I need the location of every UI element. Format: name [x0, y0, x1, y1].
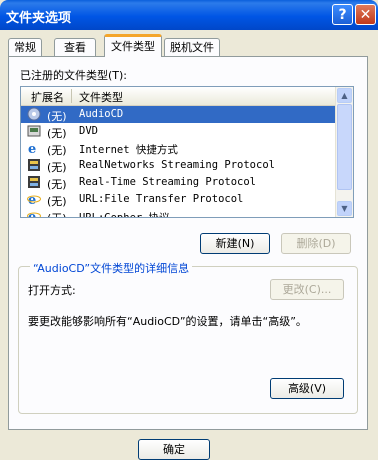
close-button[interactable]: ✕	[355, 4, 376, 25]
list-item-extension: (无)	[47, 144, 67, 157]
window-title: 文件夹选项	[6, 11, 72, 26]
scroll-down-icon[interactable]: ▼	[337, 201, 352, 216]
tab-offline-files[interactable]: 脱机文件	[164, 38, 220, 56]
column-extension[interactable]: 扩展名	[31, 89, 64, 105]
list-item-extension: (无)	[47, 127, 67, 140]
details-group-title: “AudioCD”文件类型的详细信息	[30, 260, 193, 276]
list-item[interactable]: (无) AudioCD	[21, 106, 337, 123]
tab-file-types[interactable]: 文件类型	[104, 34, 162, 57]
ie-icon: e	[27, 209, 41, 217]
list-item-type: Real-Time Streaming Protocol	[79, 176, 257, 188]
open-with-label: 打开方式:	[28, 284, 76, 297]
advanced-button[interactable]: 高级(V)	[270, 378, 344, 399]
column-file-type[interactable]: 文件类型	[79, 89, 123, 105]
film-icon	[27, 158, 41, 172]
list-item[interactable]: (无) RealNetworks Streaming Protocol	[21, 157, 337, 174]
list-item[interactable]: (无) Real-Time Streaming Protocol	[21, 174, 337, 191]
list-item-type: RealNetworks Streaming Protocol	[79, 159, 275, 171]
list-item-type: URL:File Transfer Protocol	[79, 193, 244, 205]
film-icon	[27, 175, 41, 189]
new-button[interactable]: 新建(N)	[200, 233, 270, 254]
ok-button[interactable]: 确定	[138, 439, 210, 460]
list-item-extension: (无)	[47, 178, 67, 191]
list-item[interactable]: e (无) Internet 快捷方式	[21, 140, 337, 157]
list-item-extension: (无)	[47, 210, 67, 217]
list-item-type: DVD	[79, 125, 98, 137]
list-scrollbar[interactable]: ▲ ▼	[335, 87, 353, 217]
list-header: 扩展名 文件类型	[21, 87, 337, 106]
list-item-extension: (无)	[47, 161, 67, 174]
list-item[interactable]: e (无) URL:File Transfer Protocol	[21, 191, 337, 208]
tab-view[interactable]: 查看	[54, 38, 96, 56]
list-item[interactable]: (无) DVD	[21, 123, 337, 140]
delete-button[interactable]: 删除(D)	[281, 233, 351, 254]
svg-text:e: e	[28, 193, 36, 206]
list-item-type: AudioCD	[79, 108, 124, 120]
scroll-thumb[interactable]	[337, 104, 352, 190]
help-button[interactable]: ?	[332, 4, 353, 25]
tab-general[interactable]: 常规	[8, 38, 42, 56]
svg-text:e: e	[28, 142, 36, 155]
list-item[interactable]: e (无) URL:Gopher 协议	[21, 208, 337, 218]
list-item-type: URL:Gopher 协议	[79, 212, 170, 218]
change-button[interactable]: 更改(C)...	[270, 279, 344, 300]
list-item-extension: (无)	[47, 110, 67, 123]
registered-types-label: 已注册的文件类型(T):	[20, 69, 128, 82]
audiocd-icon	[27, 107, 41, 121]
title-bar: 文件夹选项 ? ✕	[0, 0, 378, 30]
list-item-type: Internet 快捷方式	[79, 144, 178, 156]
internet-shortcut-icon: e	[27, 141, 41, 157]
details-description: 要更改能够影响所有“AudioCD”的设置，请单击“高级”。	[28, 315, 307, 328]
scroll-up-icon[interactable]: ▲	[337, 88, 352, 103]
dvd-icon	[27, 124, 41, 138]
file-types-list[interactable]: 扩展名 文件类型 (无) AudioCD (无) DVD e (无) Inter…	[20, 86, 354, 218]
list-item-extension: (无)	[47, 195, 67, 208]
ie-icon: e	[27, 192, 41, 208]
